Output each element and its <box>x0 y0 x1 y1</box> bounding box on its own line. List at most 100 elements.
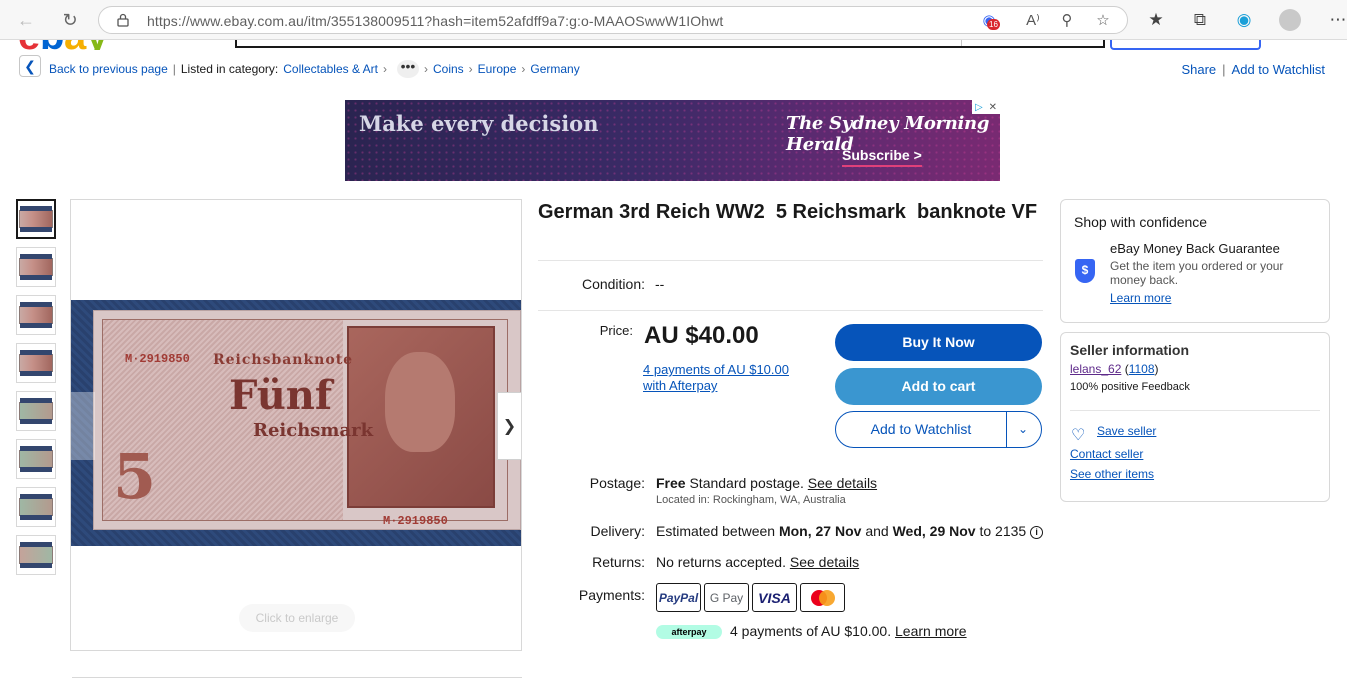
note-unit: Reichsmark <box>253 420 374 441</box>
breadcrumb-collectables[interactable]: Collectables & Art <box>283 62 378 76</box>
chevron-right-icon: ❯ <box>502 418 517 435</box>
add-favorite-icon[interactable]: ☆ <box>1093 11 1113 31</box>
top-actions: Share | Add to Watchlist <box>1181 62 1325 77</box>
returns-text: No returns accepted. <box>656 554 786 570</box>
chevron-right-icon: › <box>423 62 428 76</box>
chevron-right-icon: › <box>468 62 473 76</box>
ad-subscribe-button[interactable]: Subscribe > <box>842 147 922 167</box>
thumbnail[interactable] <box>16 343 56 383</box>
postage-see-details-link[interactable]: See details <box>808 475 877 491</box>
thumbnail[interactable] <box>16 199 56 239</box>
previous-image-button[interactable] <box>71 392 95 460</box>
separator: | <box>1222 62 1226 77</box>
delivery-estimate: Estimated between Mon, 27 Nov and Wed, 2… <box>656 523 1044 539</box>
adchoices-icon[interactable]: ▷ ✕ <box>972 100 1000 114</box>
profile-avatar[interactable] <box>1279 9 1301 31</box>
thumbnail[interactable] <box>16 487 56 527</box>
favorites-icon[interactable]: ★ <box>1144 8 1168 32</box>
add-to-watchlist-button[interactable]: Add to Watchlist ⌄ <box>835 411 1042 448</box>
back-to-previous-link[interactable]: Back to previous page <box>49 62 168 76</box>
ad-headline: Make every decision <box>359 111 599 136</box>
returns-label: Returns: <box>592 554 645 570</box>
breadcrumb-germany[interactable]: Germany <box>530 62 579 76</box>
condition-value: -- <box>655 276 665 292</box>
guarantee-learn-more-link[interactable]: Learn more <box>1110 291 1171 305</box>
banknote-photo[interactable]: 5 M·2919850 M·2919850 Reichsbanknote Fün… <box>71 300 521 546</box>
note-serial: M·2919850 <box>125 352 190 366</box>
shield-icon: $ <box>1075 259 1095 283</box>
postage-label: Postage: <box>589 475 645 491</box>
share-link[interactable]: Share <box>1181 62 1216 77</box>
tracker-shield-icon[interactable]: ◉16 <box>979 11 1000 31</box>
returns-see-details-link[interactable]: See details <box>790 554 859 570</box>
tracker-count-badge: 16 <box>987 19 1000 30</box>
ebay-logo[interactable]: ebay <box>18 40 118 50</box>
price-label: Price: <box>599 323 633 338</box>
more-menu-icon[interactable]: ⋯ <box>1326 8 1347 32</box>
seller-title: Seller information <box>1070 342 1190 358</box>
search-button[interactable] <box>1110 40 1261 50</box>
thumbnail[interactable] <box>16 295 56 335</box>
seller-feedback-count-link[interactable]: 1108 <box>1129 362 1155 376</box>
search-box[interactable] <box>235 40 1105 48</box>
item-location: Located in: Rockingham, WA, Australia <box>656 494 846 506</box>
next-image-button[interactable]: ❯ <box>497 392 521 460</box>
zoom-icon[interactable]: ⚲ <box>1057 11 1077 31</box>
back-chevron-icon[interactable]: ❮ <box>19 55 41 77</box>
visa-icon: VISA <box>752 583 797 612</box>
paypal-icon: PayPal <box>656 583 701 612</box>
contact-seller-link[interactable]: Contact seller <box>1070 447 1143 461</box>
buy-it-now-button[interactable]: Buy It Now <box>835 324 1042 361</box>
address-bar[interactable]: https://www.ebay.com.au/itm/355138009511… <box>98 6 1128 34</box>
afterpay-text: 4 payments of AU $10.00. <box>730 623 892 639</box>
divider <box>538 260 1043 261</box>
save-seller-link[interactable]: Save seller <box>1097 424 1156 438</box>
listed-in-label: Listed in category: <box>180 62 279 76</box>
thumbnail[interactable] <box>16 535 56 575</box>
main-image-viewer[interactable]: 5 M·2919850 M·2919850 Reichsbanknote Fün… <box>70 199 522 651</box>
heart-icon[interactable]: ♡ <box>1071 425 1085 445</box>
payments-label: Payments: <box>578 587 645 603</box>
watchlist-label: Add to Watchlist <box>870 421 972 437</box>
url-text[interactable]: https://www.ebay.com.au/itm/355138009511… <box>147 13 723 29</box>
add-to-cart-button[interactable]: Add to cart <box>835 368 1042 405</box>
add-to-watchlist-link[interactable]: Add to Watchlist <box>1232 62 1325 77</box>
seller-information-card: Seller information lelans_62 (1108) 100%… <box>1060 332 1330 502</box>
advertisement-banner[interactable]: Make every decision The Sydney Morning H… <box>345 100 1000 181</box>
postage-text: Standard postage. <box>689 475 804 491</box>
chevron-right-icon: › <box>382 62 387 76</box>
chevron-down-icon[interactable]: ⌄ <box>1005 412 1041 447</box>
breadcrumb-europe[interactable]: Europe <box>478 62 517 76</box>
breadcrumb-coins[interactable]: Coins <box>433 62 464 76</box>
price: AU $40.00 <box>644 322 759 349</box>
read-aloud-icon[interactable]: A⁾ <box>1023 11 1043 31</box>
delivery-label: Delivery: <box>590 523 645 539</box>
thumbnail[interactable] <box>16 247 56 287</box>
guarantee-desc: Get the item you ordered or your money b… <box>1110 259 1284 287</box>
portrait <box>347 326 495 508</box>
click-to-enlarge[interactable]: Click to enlarge <box>239 604 355 632</box>
note-title: Reichsbanknote <box>213 352 354 368</box>
info-icon[interactable]: i <box>1030 526 1044 539</box>
mastercard-icon <box>800 583 845 612</box>
lock-icon <box>117 13 129 27</box>
item-title: German 3rd Reich WW2 5 Reichsmark bankno… <box>538 201 1038 223</box>
thumbnail[interactable] <box>16 439 56 479</box>
note-value: 5 <box>113 440 157 513</box>
afterpay-learn-more-link[interactable]: Learn more <box>895 623 967 639</box>
refresh-icon[interactable]: ↻ <box>58 8 82 32</box>
divider <box>72 677 522 678</box>
seller-name-link[interactable]: lelans_62 <box>1070 362 1121 376</box>
note-word: Fünf <box>229 372 333 419</box>
breadcrumb-more-button[interactable]: ••• <box>396 59 419 78</box>
condition-label: Condition: <box>581 276 645 292</box>
browser-toolbar: ← ↻ https://www.ebay.com.au/itm/35513800… <box>0 0 1347 40</box>
edge-icon[interactable]: ◉ <box>1232 8 1256 32</box>
see-other-items-link[interactable]: See other items <box>1070 467 1154 481</box>
back-arrow-icon[interactable]: ← <box>14 8 38 32</box>
afterpay-link[interactable]: 4 payments of AU $10.00 with Afterpay <box>643 362 813 394</box>
separator: | <box>172 62 176 76</box>
thumbnail[interactable] <box>16 391 56 431</box>
divider <box>538 310 1043 311</box>
collections-icon[interactable]: ⧉ <box>1188 8 1212 32</box>
